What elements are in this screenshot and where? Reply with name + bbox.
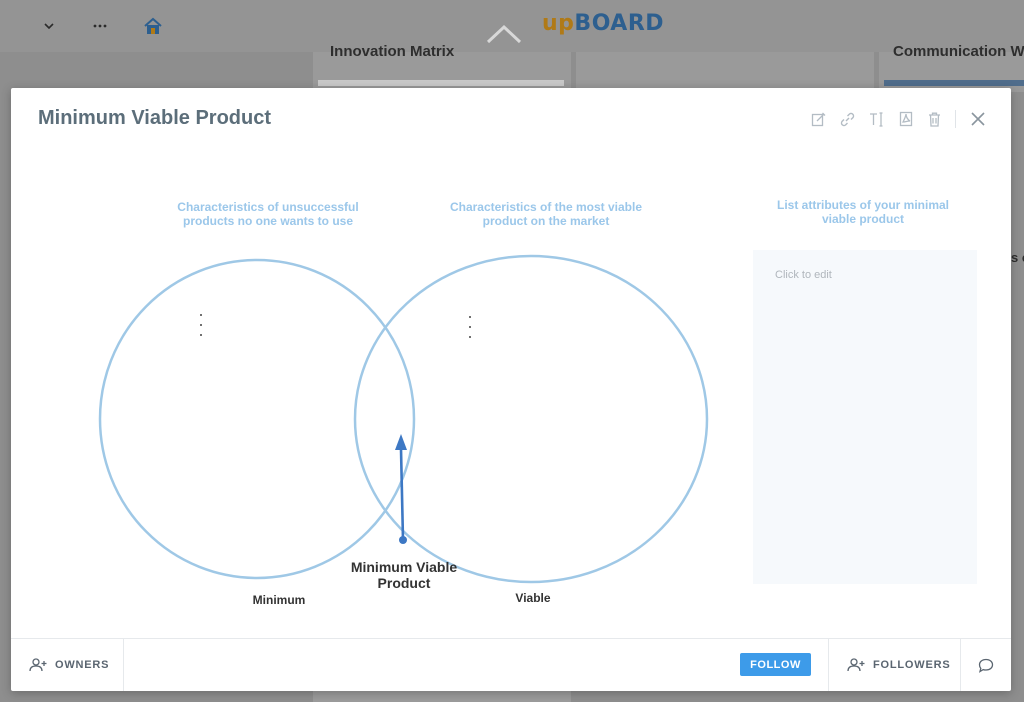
brand-logo: upBOARD [542,11,665,36]
card-modal: Minimum Viable Product Characteristics o… [11,88,1011,691]
mvp-arrow-line [399,448,405,541]
followers-button[interactable]: FOLLOWERS [828,639,961,691]
mvp-arrow-head [395,434,407,450]
side-panel-heading: List attributes of your minimal viable p… [776,198,950,226]
edit-placeholder: Click to edit [775,269,832,281]
background-card-middle[interactable] [576,52,874,92]
background-card-left-title: Innovation Matrix [330,43,455,60]
attributes-edit-area[interactable]: Click to edit [753,250,977,584]
mvp-label: Minimum Viable Product [350,559,458,591]
minimum-circle [98,258,416,580]
right-caption: Characteristics of the most viable produ… [449,200,643,228]
modal-footer: OWNERS FOLLOW FOLLOWERS [11,638,1011,691]
add-person-icon [29,658,47,672]
followers-label: FOLLOWERS [873,659,951,671]
background-card-left-strip [318,80,564,86]
mvp-arrow-dot [399,536,407,544]
right-ellipsis-dots [467,316,473,346]
left-caption: Characteristics of unsuccessful products… [177,200,359,228]
home-icon[interactable] [141,14,165,38]
chevron-down-icon[interactable] [37,14,61,38]
left-ellipsis-dots [198,314,204,344]
viable-circle [353,254,709,584]
background-card-right-strip [884,80,1024,86]
owners-button[interactable]: OWNERS [11,639,124,691]
background-card-bottom [313,691,571,702]
background-right-edge-text: s c [1011,250,1024,265]
background-card-right-title: Communication W [893,43,1024,60]
more-options-icon[interactable] [88,14,112,38]
minimum-label: Minimum [252,593,306,607]
owners-label: OWNERS [55,659,110,671]
follow-button[interactable]: FOLLOW [740,653,811,676]
viable-label: Viable [515,591,551,605]
comment-icon[interactable] [961,639,1011,691]
add-person-icon [847,658,865,672]
